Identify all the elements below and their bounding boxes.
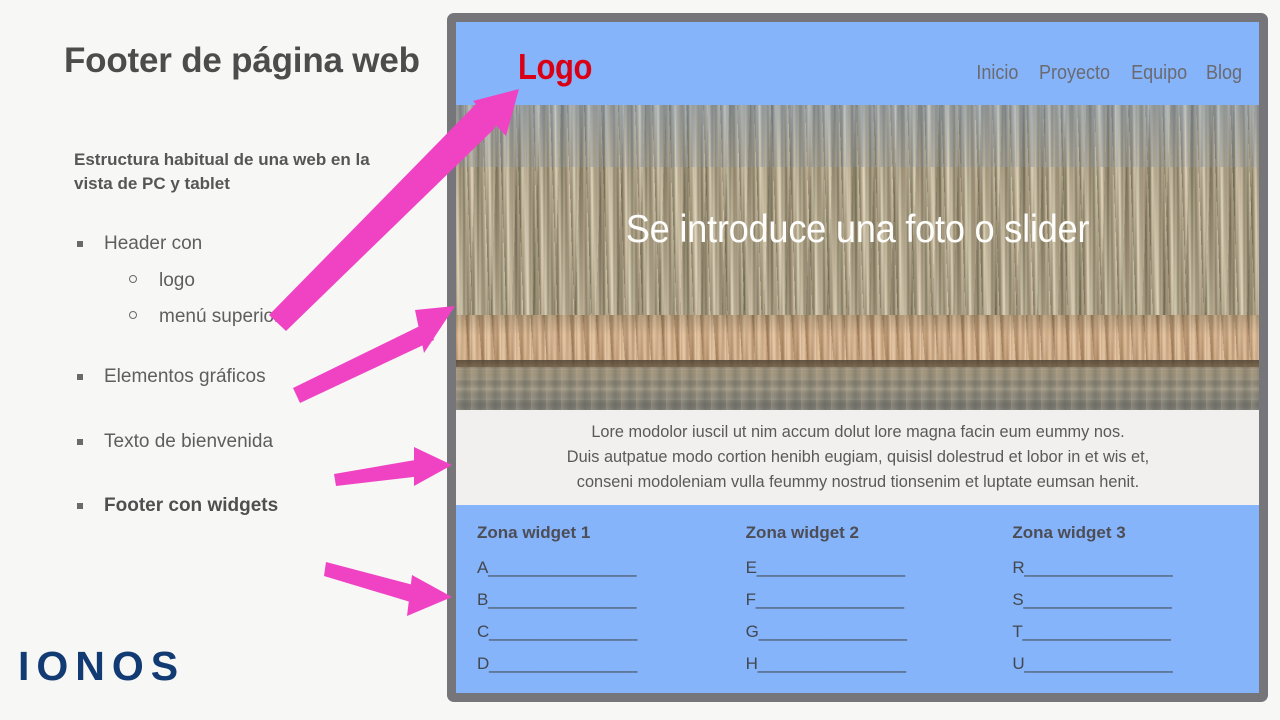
- list-item: Header con logo menú superior: [74, 232, 419, 329]
- widget-link[interactable]: S________________: [1012, 590, 1259, 610]
- nav-item-blog[interactable]: Blog: [1206, 62, 1242, 85]
- widget-link[interactable]: A________________: [477, 558, 724, 578]
- list-item: Elementos gráficos: [74, 365, 419, 390]
- circle-bullet-icon: [129, 274, 137, 283]
- square-bullet-icon: [77, 241, 83, 247]
- nav-item-inicio[interactable]: Inicio: [976, 62, 1018, 85]
- nav-item-proyecto[interactable]: Proyecto: [1039, 62, 1110, 85]
- hero-canopy: [456, 105, 1259, 167]
- widget-link[interactable]: H________________: [746, 654, 993, 674]
- widget-zone-3: Zona widget 3 R________________ S_______…: [992, 523, 1259, 693]
- widget-zone-2: Zona widget 2 E________________ F_______…: [724, 523, 993, 693]
- list-item-label: Elementos gráficos: [104, 365, 266, 387]
- widget-link[interactable]: B________________: [477, 590, 724, 610]
- list-item-label: logo: [159, 269, 195, 291]
- widget-title: Zona widget 2: [745, 523, 860, 542]
- website-mockup: Logo Inicio Proyecto Equipo Blog Se intr…: [456, 22, 1259, 693]
- widget-title: Zona widget 3: [1012, 523, 1126, 542]
- list-item-label: Texto de bienvenida: [104, 430, 274, 452]
- widget-link[interactable]: E________________: [746, 558, 993, 578]
- list-item: Texto de bienvenida: [74, 430, 419, 455]
- page-title: Footer de página web: [64, 41, 420, 80]
- list-item-label: Footer con widgets: [104, 495, 279, 517]
- page-subtitle: Estructura habitual de una web en la vis…: [74, 150, 370, 194]
- widget-zone-1: Zona widget 1 A________________ B_______…: [456, 523, 724, 693]
- square-bullet-icon: [77, 373, 83, 380]
- structure-bullet-list: Header con logo menú superior Elementos …: [74, 232, 419, 519]
- widget-title: Zona widget 1: [477, 523, 591, 542]
- list-item-label: Header con: [104, 233, 203, 254]
- square-bullet-icon: [77, 503, 83, 510]
- circle-bullet-icon: [129, 310, 137, 319]
- list-item: logo: [104, 268, 419, 293]
- mockup-top-menu: Inicio Proyecto Equipo Blog: [974, 62, 1244, 85]
- widget-link[interactable]: F________________: [746, 590, 993, 610]
- mockup-welcome-section: Lore modolor iuscil ut nim accum dolut l…: [456, 410, 1259, 505]
- mockup-header: Logo Inicio Proyecto Equipo Blog: [456, 22, 1259, 105]
- ionos-logo: IONOS: [18, 643, 186, 689]
- mockup-hero-slider[interactable]: Se introduce una foto o slider: [456, 105, 1259, 410]
- widget-link[interactable]: D________________: [477, 654, 724, 674]
- welcome-text: Lore modolor iuscil ut nim accum dolut l…: [566, 422, 1149, 491]
- widget-link[interactable]: C________________: [477, 622, 724, 642]
- widget-link[interactable]: R________________: [1012, 558, 1259, 578]
- mockup-footer-widgets: Zona widget 1 A________________ B_______…: [456, 505, 1259, 693]
- widget-link[interactable]: U________________: [1012, 654, 1259, 674]
- widget-link[interactable]: G________________: [746, 622, 993, 642]
- list-item: Footer con widgets: [74, 494, 419, 519]
- list-item-label: menú superior: [159, 305, 281, 327]
- list-item: menú superior: [104, 304, 419, 329]
- hero-caption: Se introduce una foto o slider: [625, 208, 1090, 251]
- explanation-panel: Footer de página web Estructura habitual…: [0, 0, 445, 720]
- square-bullet-icon: [77, 438, 83, 445]
- mockup-logo[interactable]: Logo: [518, 46, 592, 88]
- hero-water-reflection: [456, 367, 1259, 410]
- website-mockup-frame: Logo Inicio Proyecto Equipo Blog Se intr…: [447, 13, 1268, 702]
- sub-list: logo menú superior: [104, 268, 419, 329]
- nav-item-equipo[interactable]: Equipo: [1131, 62, 1187, 85]
- widget-link[interactable]: T________________: [1012, 622, 1259, 642]
